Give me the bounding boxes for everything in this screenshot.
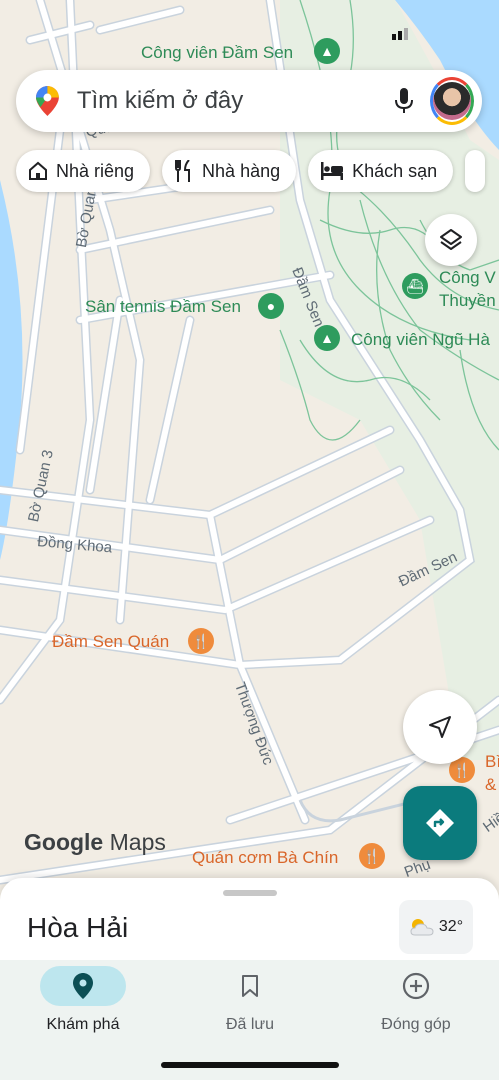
chip-label: Nhà hàng [202, 160, 281, 181]
partly-cloudy-icon [410, 919, 434, 936]
park-icon[interactable]: ▲ [314, 38, 340, 64]
nav-contribute-pill [373, 966, 459, 1006]
logo-google: Google [24, 829, 104, 855]
weather-temp: 32° [438, 918, 464, 935]
directions-icon [426, 809, 454, 837]
search-input[interactable] [76, 87, 387, 115]
home-indicator[interactable] [161, 1062, 339, 1068]
chip-label: Khách sạn [352, 160, 438, 181]
label-dam-sen-quan[interactable]: Đầm Sen Quán [52, 632, 169, 652]
nav-saved[interactable]: Đã lưu [185, 966, 315, 1034]
logo-maps: Maps [109, 829, 166, 855]
label-cong-vien-dam-sen[interactable]: Công viên Đầm Sen [141, 43, 293, 63]
nav-label: Đã lưu [225, 1016, 275, 1033]
label-cong-v[interactable]: Công V [439, 268, 496, 288]
avatar[interactable] [430, 77, 474, 125]
maps-screen: Công viên Đầm Sen ▲ Sân tennis Đầm Sen ●… [0, 0, 499, 1080]
maps-pin-icon [36, 86, 59, 116]
nav-saved-pill [207, 966, 293, 1006]
home-icon [29, 161, 47, 180]
label-san-tennis[interactable]: Sân tennis Đầm Sen [85, 297, 241, 317]
nav-label: Khám phá [46, 1016, 120, 1033]
nav-label: Đóng góp [381, 1016, 451, 1033]
nav-explore[interactable]: Khám phá [18, 966, 148, 1034]
layers-icon [440, 229, 462, 250]
signal-icon [392, 28, 408, 40]
add-circle-icon [402, 972, 430, 1000]
chip-restaurant[interactable]: Nhà hàng [162, 150, 297, 192]
sheet-handle[interactable] [223, 890, 277, 896]
directions-button[interactable] [403, 786, 477, 860]
restaurant-icon[interactable]: 🍴 [188, 628, 214, 654]
label-cong-vien-ngu-ha[interactable]: Công viên Ngũ Hà [351, 330, 490, 350]
google-maps-logo: Google Maps [24, 829, 166, 856]
category-chips: Nhà riêng Nhà hàng Khách sạn [16, 150, 486, 192]
restaurant-icon [175, 160, 191, 182]
label-quan-com-ba-chin[interactable]: Quán cơm Bà Chín [192, 848, 338, 868]
chip-home[interactable]: Nhà riêng [16, 150, 151, 192]
chip-more[interactable] [465, 150, 486, 192]
weather-badge[interactable]: 32° [399, 900, 473, 954]
nav-contribute[interactable]: Đóng góp [351, 966, 481, 1034]
hotel-icon [321, 162, 344, 180]
park-icon[interactable]: ▲ [314, 325, 340, 351]
mic-icon[interactable] [387, 81, 422, 121]
my-location-button[interactable] [403, 690, 477, 764]
boat-icon[interactable]: ⛴ [402, 273, 428, 299]
label-amp[interactable]: & [485, 775, 496, 795]
nav-explore-pill [40, 966, 126, 1006]
navigation-arrow-icon [429, 716, 451, 738]
tennis-icon[interactable]: ● [258, 293, 284, 319]
explore-pin-icon [73, 973, 93, 999]
chip-label: Nhà riêng [56, 160, 135, 181]
place-name: Hòa Hải [27, 912, 129, 943]
label-thuyen[interactable]: Thuyền [439, 291, 496, 311]
restaurant-icon[interactable]: 🍴 [359, 843, 385, 869]
chip-hotel[interactable]: Khách sạn [308, 150, 454, 192]
search-bar[interactable] [16, 70, 482, 132]
label-b[interactable]: Bì [485, 752, 499, 772]
bookmark-icon [242, 975, 258, 997]
layers-button[interactable] [425, 214, 477, 266]
